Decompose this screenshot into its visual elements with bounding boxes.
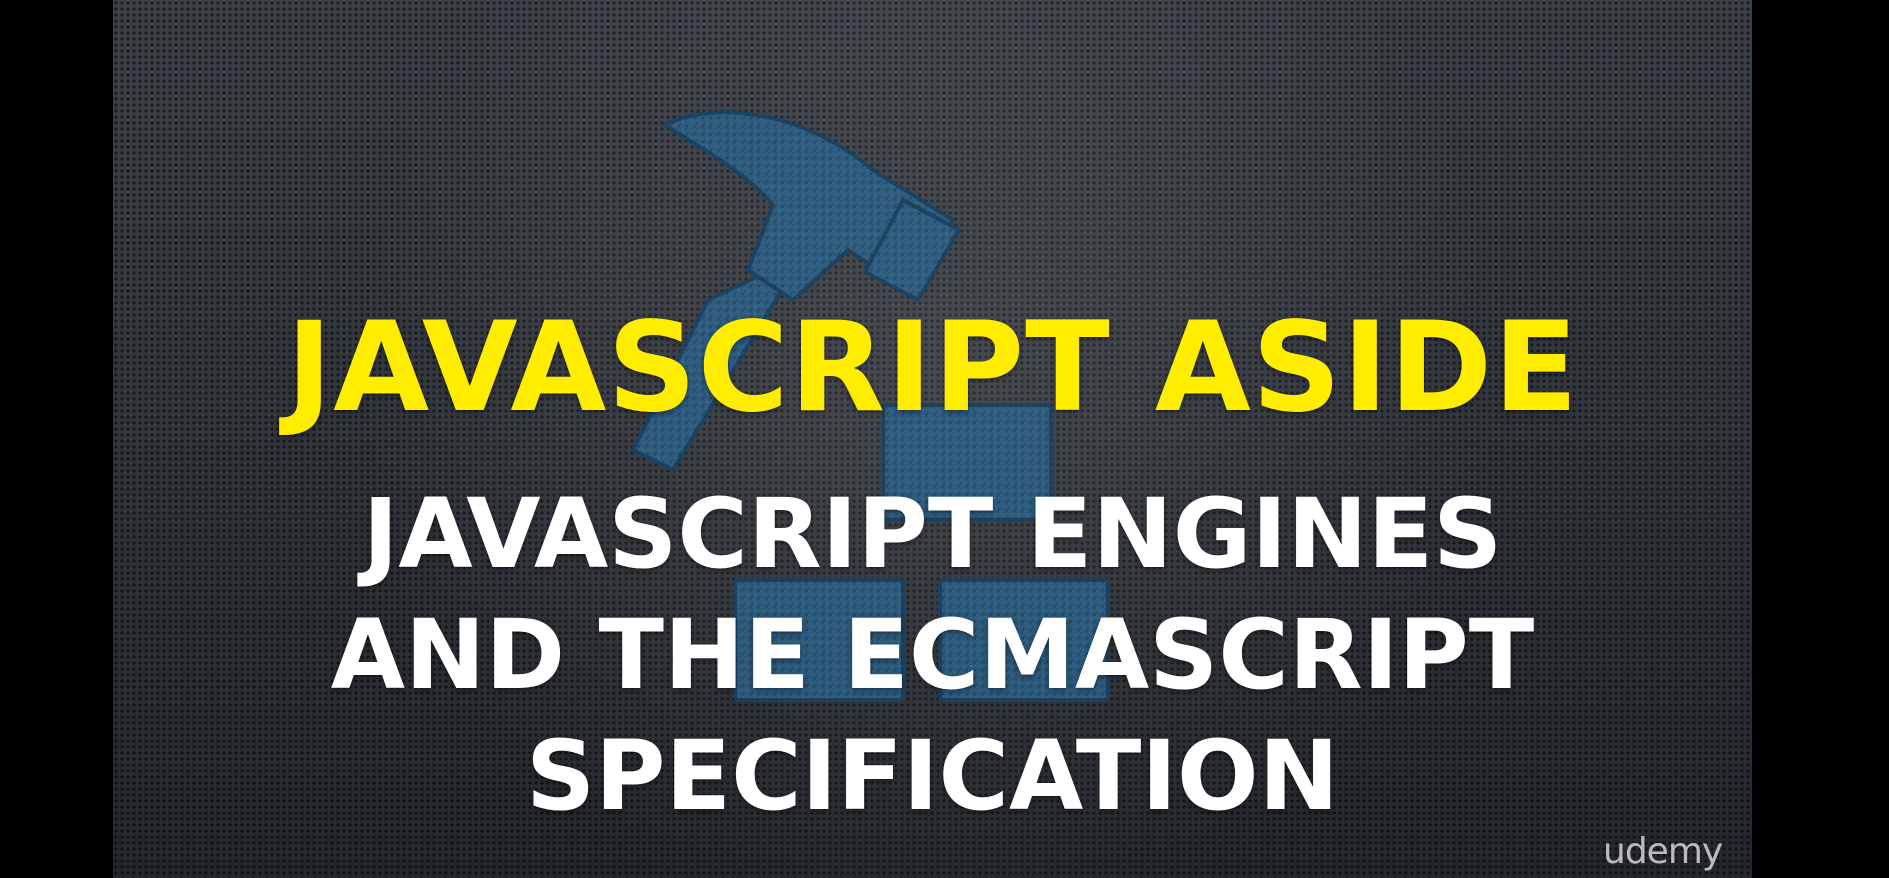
udemy-watermark: udemy (1603, 831, 1723, 872)
video-player[interactable]: JAVASCRIPT ASIDE JAVASCRIPT ENGINES AND … (0, 0, 1889, 878)
subtitle-line: AND THE ECMASCRIPT (330, 599, 1535, 711)
subtitle-line: SPECIFICATION (526, 720, 1339, 832)
slide-title: JAVASCRIPT ASIDE (286, 296, 1579, 440)
lecture-slide: JAVASCRIPT ASIDE JAVASCRIPT ENGINES AND … (113, 0, 1752, 878)
slide-subtitle: JAVASCRIPT ENGINES AND THE ECMASCRIPT SP… (113, 474, 1752, 837)
letterbox-left (0, 0, 113, 878)
subtitle-line: JAVASCRIPT ENGINES (362, 478, 1503, 590)
letterbox-right (1752, 0, 1889, 878)
